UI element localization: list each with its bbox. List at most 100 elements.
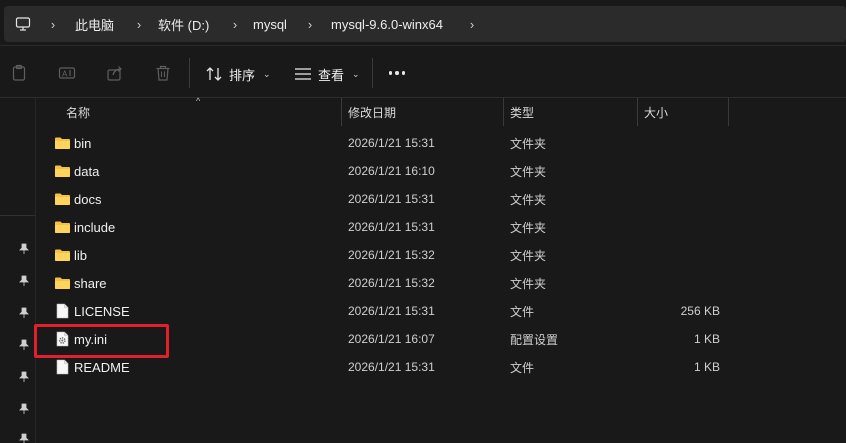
- chevron-right-icon[interactable]: ›: [230, 15, 240, 33]
- folder-icon: [55, 249, 70, 261]
- breadcrumb-item-current[interactable]: mysql-9.6.0-winx64: [331, 15, 443, 33]
- folder-icon: [55, 137, 70, 149]
- file-modified-date: 2026/1/21 15:31: [348, 192, 435, 206]
- view-label: 查看: [318, 67, 345, 83]
- sort-ascending-icon: ^: [196, 96, 201, 106]
- toolbar-divider: [372, 58, 373, 88]
- file-name: share: [74, 275, 107, 291]
- file-name: docs: [74, 191, 102, 207]
- rename-icon: A: [58, 67, 76, 79]
- folder-icon: [54, 135, 71, 151]
- command-bar: A 排序 ⌄ 查看 ⌄: [0, 46, 846, 98]
- view-list-icon: [295, 68, 311, 80]
- chevron-right-icon[interactable]: ›: [467, 15, 477, 33]
- file-type: 文件夹: [510, 192, 547, 207]
- file-modified-date: 2026/1/21 15:31: [348, 220, 435, 234]
- sort-label: 排序: [229, 67, 256, 83]
- file-row-bin[interactable]: bin 2026/1/21 15:31 文件夹: [36, 129, 846, 157]
- column-resize-handle[interactable]: [341, 98, 342, 126]
- file-modified-date: 2026/1/21 15:31: [348, 304, 435, 318]
- file-row-docs[interactable]: docs 2026/1/21 15:31 文件夹: [36, 185, 846, 213]
- file-name: LICENSE: [74, 303, 130, 319]
- column-resize-handle[interactable]: [637, 98, 638, 126]
- delete-button[interactable]: [152, 62, 174, 84]
- file-name: bin: [74, 135, 92, 151]
- chevron-down-icon: ⌄: [352, 68, 360, 79]
- file-type: 文件夹: [510, 136, 547, 151]
- paste-button[interactable]: [8, 62, 30, 84]
- breadcrumb[interactable]: › 此电脑 › 软件 (D:) › mysql › mysql-9.6.0-wi…: [4, 6, 846, 42]
- file-row-share[interactable]: share 2026/1/21 15:32 文件夹: [36, 269, 846, 297]
- sort-button[interactable]: 排序 ⌄: [205, 62, 271, 86]
- highlight-box: [34, 324, 169, 358]
- file-row-lib[interactable]: lib 2026/1/21 15:32 文件夹: [36, 241, 846, 269]
- file-name: data: [74, 163, 100, 179]
- breadcrumb-item-drive[interactable]: 软件 (D:): [158, 15, 209, 33]
- file-modified-date: 2026/1/21 15:31: [348, 136, 435, 150]
- share-icon: [107, 66, 122, 81]
- folder-icon: [54, 163, 71, 179]
- more-dot-icon: [388, 71, 393, 75]
- clipboard-icon: [12, 64, 26, 81]
- folder-icon: [54, 191, 71, 207]
- folder-icon: [54, 247, 71, 263]
- file-modified-date: 2026/1/21 15:31: [348, 360, 435, 374]
- file-size: 256 KB: [680, 304, 720, 318]
- column-resize-handle[interactable]: [728, 98, 729, 126]
- pin-icon[interactable]: [18, 307, 30, 319]
- file-type: 文件夹: [510, 220, 547, 235]
- folder-icon: [54, 219, 71, 235]
- more-options-button[interactable]: [386, 62, 408, 84]
- file-icon: [54, 359, 71, 375]
- file-modified-date: 2026/1/21 16:07: [348, 332, 435, 346]
- rename-button[interactable]: A: [56, 62, 78, 84]
- file-type: 配置设置: [510, 332, 559, 347]
- file-row-include[interactable]: include 2026/1/21 15:31 文件夹: [36, 213, 846, 241]
- nav-divider: [0, 215, 36, 216]
- folder-icon: [54, 275, 71, 291]
- file-icon: [56, 303, 69, 319]
- file-icon: [54, 303, 71, 319]
- file-row-license[interactable]: LICENSE 2026/1/21 15:31 文件 256 KB: [36, 297, 846, 325]
- view-button[interactable]: 查看 ⌄: [294, 62, 360, 86]
- svg-text:A: A: [62, 70, 68, 79]
- address-bar: › 此电脑 › 软件 (D:) › mysql › mysql-9.6.0-wi…: [0, 0, 846, 46]
- pin-icon[interactable]: [18, 339, 30, 351]
- pin-icon[interactable]: [18, 371, 30, 383]
- file-type: 文件夹: [510, 276, 547, 291]
- trash-icon: [156, 65, 170, 81]
- pin-icon[interactable]: [18, 243, 30, 255]
- file-size: 1 KB: [693, 332, 720, 346]
- pin-icon[interactable]: [18, 403, 30, 415]
- column-header-modified[interactable]: 修改日期: [348, 98, 396, 126]
- file-type: 文件夹: [510, 248, 547, 263]
- folder-icon: [55, 193, 70, 205]
- chevron-right-icon[interactable]: ›: [48, 15, 58, 33]
- sort-icon: [206, 67, 222, 81]
- file-icon: [56, 359, 69, 375]
- column-header-size[interactable]: 大小: [644, 98, 668, 126]
- pin-icon[interactable]: [18, 275, 30, 287]
- computer-icon[interactable]: [15, 16, 31, 32]
- column-header-type[interactable]: 类型: [510, 98, 534, 126]
- file-type: 文件: [510, 304, 535, 319]
- folder-icon: [55, 165, 70, 177]
- folder-icon: [55, 221, 70, 233]
- more-dot-icon: [395, 71, 399, 75]
- file-type: 文件: [510, 360, 535, 375]
- file-modified-date: 2026/1/21 15:32: [348, 276, 435, 290]
- file-name: include: [74, 219, 116, 235]
- chevron-right-icon[interactable]: ›: [305, 15, 315, 33]
- breadcrumb-item-this-pc[interactable]: 此电脑: [75, 15, 114, 33]
- file-modified-date: 2026/1/21 16:10: [348, 164, 435, 178]
- column-resize-handle[interactable]: [503, 98, 504, 126]
- file-row-data[interactable]: data 2026/1/21 16:10 文件夹: [36, 157, 846, 185]
- share-button[interactable]: [104, 62, 126, 84]
- chevron-down-icon: ⌄: [263, 68, 271, 79]
- column-header-row: ^ 名称 修改日期 类型 大小: [36, 96, 846, 126]
- file-modified-date: 2026/1/21 15:32: [348, 248, 435, 262]
- breadcrumb-item-mysql[interactable]: mysql: [253, 15, 287, 33]
- column-header-name[interactable]: 名称: [66, 98, 90, 126]
- chevron-right-icon[interactable]: ›: [134, 15, 144, 33]
- pin-icon[interactable]: [18, 433, 30, 443]
